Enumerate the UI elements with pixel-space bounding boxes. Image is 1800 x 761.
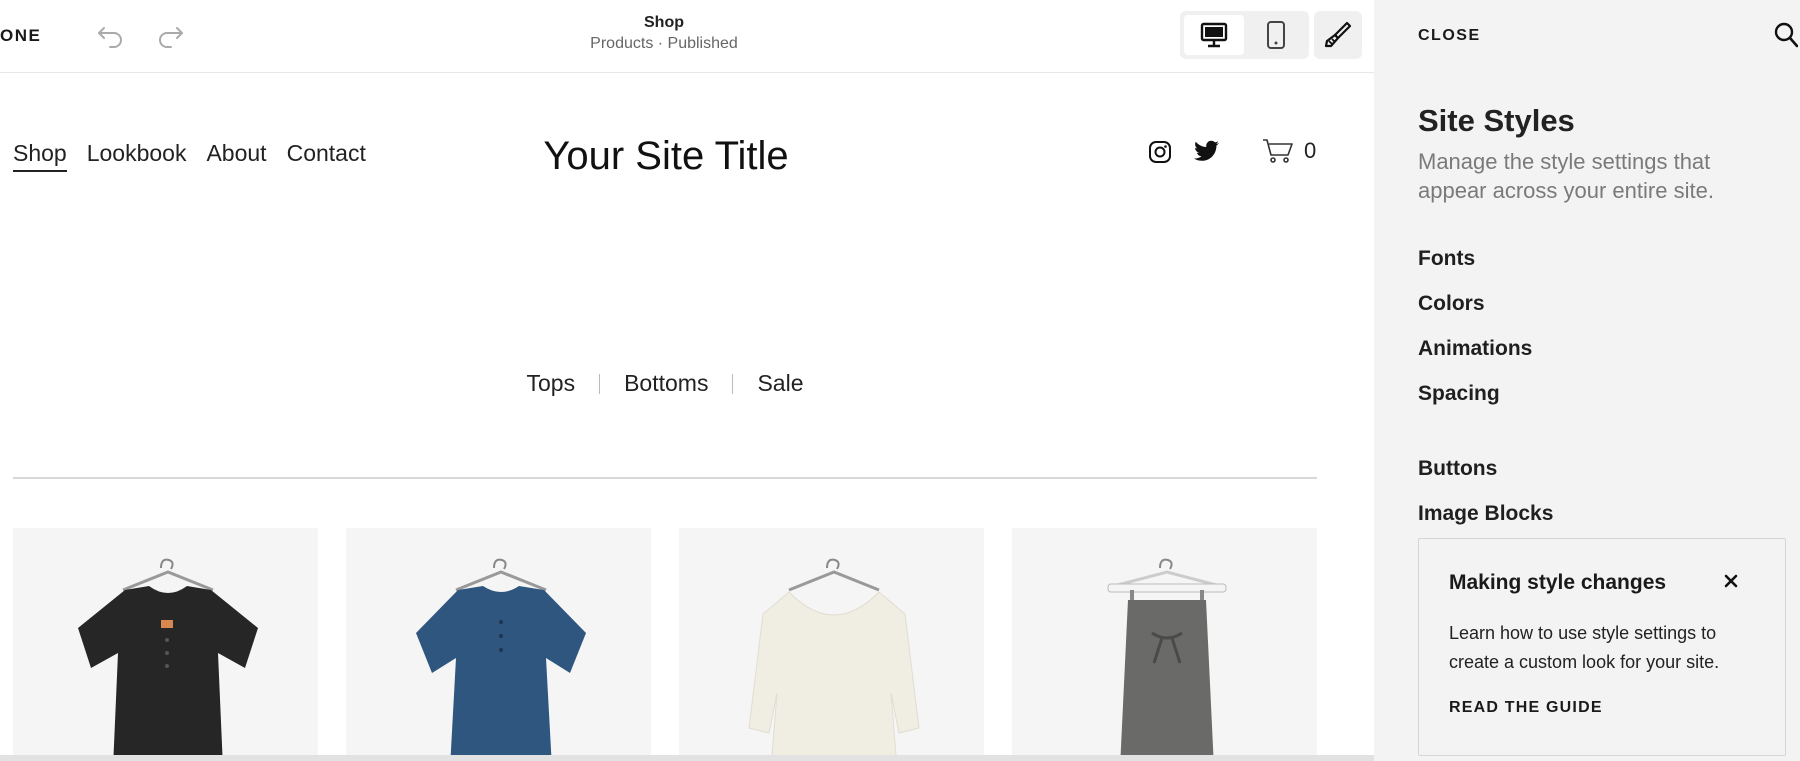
product-card-blue-top[interactable] [346, 528, 651, 761]
site-navigation: Shop Lookbook About Contact [13, 140, 366, 172]
gray-skirt-image [1107, 558, 1227, 761]
guide-text: Learn how to use style settings to creat… [1449, 623, 1720, 672]
category-tops[interactable]: Tops [526, 370, 575, 397]
page-name: Shop [644, 14, 684, 31]
site-preview: Shop Lookbook About Contact Your Site Ti… [0, 74, 1374, 761]
product-card-white-top[interactable] [679, 528, 984, 761]
done-button[interactable]: ONE [0, 26, 41, 46]
search-icon [1774, 22, 1799, 48]
guide-title: Making style changes [1449, 571, 1667, 594]
nav-item-shop[interactable]: Shop [13, 140, 67, 172]
category-divider [599, 373, 601, 394]
guide-card: Making style changes Learn how to use st… [1418, 538, 1786, 756]
cart-link[interactable]: 0 [1262, 138, 1316, 164]
section-divider [13, 477, 1317, 479]
style-item-animations[interactable]: Animations [1418, 334, 1553, 379]
panel-search-button[interactable] [1774, 22, 1799, 53]
page-status: Products · Published [590, 35, 738, 52]
nav-item-contact[interactable]: Contact [287, 140, 366, 172]
black-top-image [78, 558, 258, 761]
nav-item-about[interactable]: About [206, 140, 266, 172]
close-icon [1724, 574, 1738, 588]
read-guide-link[interactable]: READ THE GUIDE [1449, 699, 1603, 717]
category-bottoms[interactable]: Bottoms [624, 370, 708, 397]
white-top-image [748, 558, 920, 761]
product-grid [13, 528, 1317, 761]
undo-button[interactable] [96, 20, 126, 50]
desktop-icon [1200, 22, 1228, 48]
desktop-view-button[interactable] [1184, 15, 1244, 55]
social-links [1148, 140, 1220, 164]
blue-top-image [416, 558, 586, 761]
undo-icon [98, 27, 122, 48]
category-sale[interactable]: Sale [757, 370, 803, 397]
style-item-colors[interactable]: Colors [1418, 289, 1553, 334]
category-navigation: Tops Bottoms Sale [0, 370, 1330, 397]
panel-title: Site Styles [1418, 103, 1575, 138]
close-panel-button[interactable]: CLOSE [1418, 27, 1481, 45]
product-card-gray-skirt[interactable] [1012, 528, 1317, 761]
site-styles-panel: CLOSE Site Styles Manage the style setti… [1374, 0, 1800, 761]
redo-icon [159, 27, 183, 48]
mobile-view-button[interactable] [1246, 15, 1306, 55]
style-item-fonts[interactable]: Fonts [1418, 244, 1553, 289]
panel-description: Manage the style settings that appear ac… [1418, 149, 1714, 203]
redo-button[interactable] [155, 20, 185, 50]
mobile-icon [1267, 21, 1285, 49]
device-toggle [1180, 11, 1309, 59]
dismiss-guide-button[interactable] [1723, 573, 1739, 594]
instagram-icon[interactable] [1148, 140, 1172, 164]
page-info: Shop Products · Published [564, 14, 764, 53]
product-card-black-top[interactable] [13, 528, 318, 761]
cart-icon [1263, 139, 1293, 163]
style-settings-list: Fonts Colors Animations Spacing Buttons … [1418, 244, 1553, 544]
style-item-buttons[interactable]: Buttons [1418, 454, 1553, 499]
twitter-icon[interactable] [1194, 140, 1220, 162]
editor-topbar: ONE Shop Products · Published [0, 0, 1374, 73]
nav-item-lookbook[interactable]: Lookbook [87, 140, 187, 172]
paintbrush-icon [1324, 21, 1352, 48]
site-styles-button[interactable] [1314, 11, 1362, 59]
cart-count: 0 [1304, 138, 1317, 163]
style-item-spacing[interactable]: Spacing [1418, 379, 1553, 424]
category-divider [732, 373, 734, 394]
site-title[interactable]: Your Site Title [470, 134, 862, 179]
